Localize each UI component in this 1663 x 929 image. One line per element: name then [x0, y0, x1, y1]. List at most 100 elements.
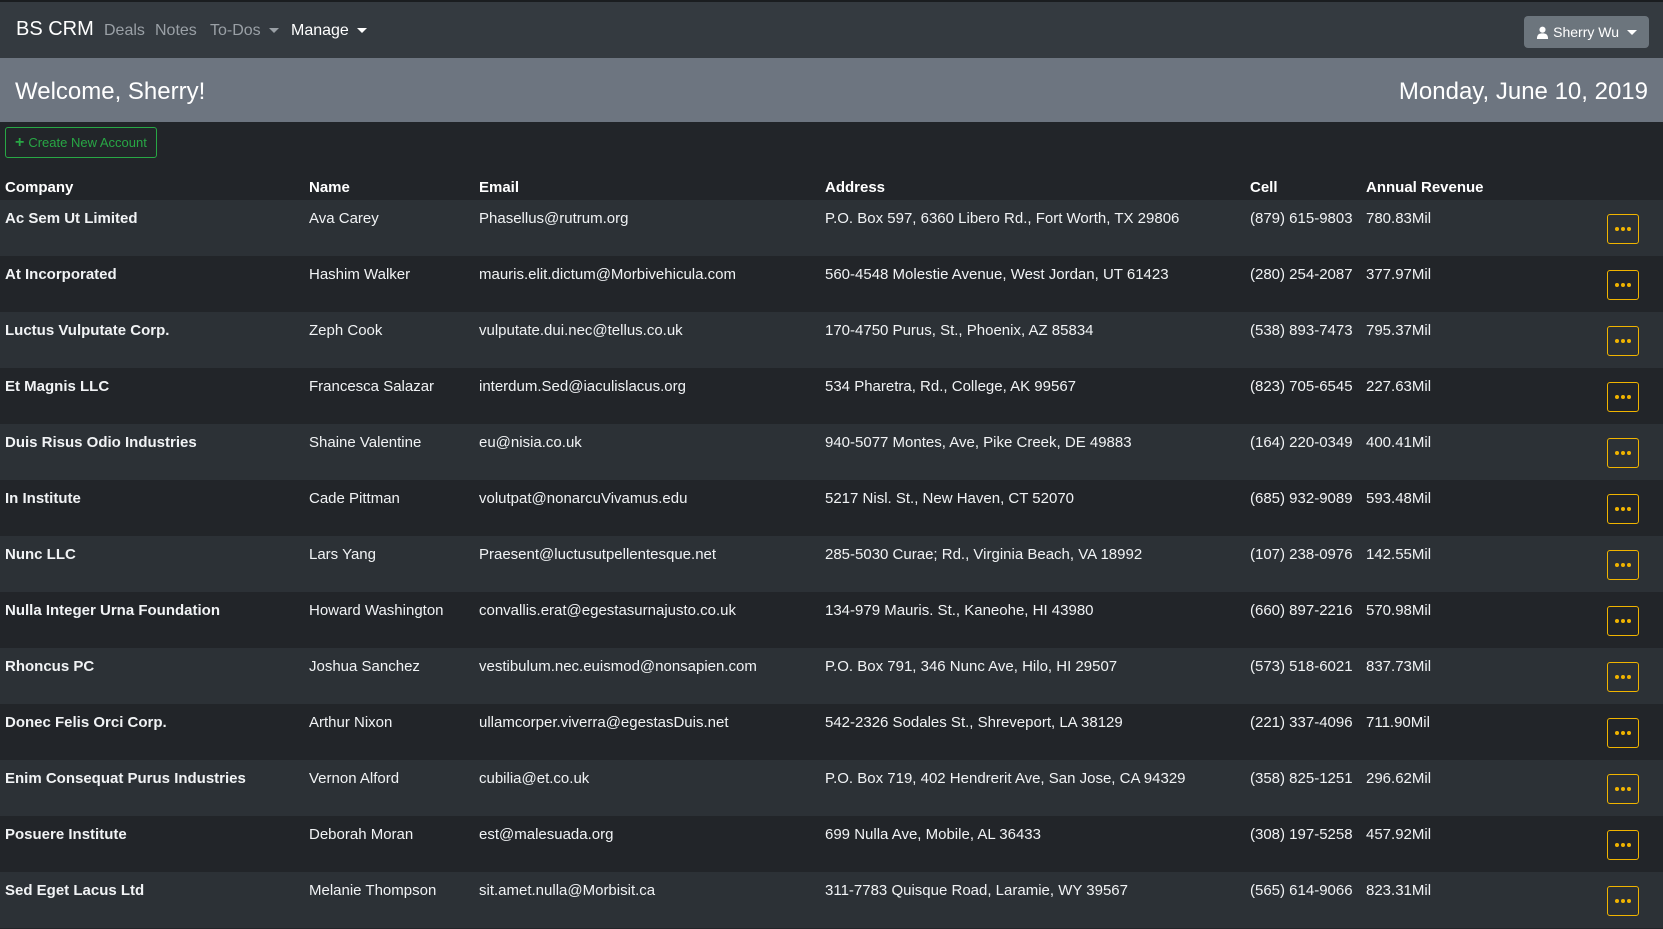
email-link[interactable]: convallis.erat@egestasurnajusto.co.uk	[474, 592, 820, 648]
nav-link-notes[interactable]: Notes	[155, 22, 197, 40]
email-link[interactable]: ullamcorper.viverra@egestasDuis.net	[474, 704, 820, 760]
row-actions-cell	[1501, 368, 1663, 424]
row-more-button[interactable]	[1607, 438, 1639, 468]
table-row[interactable]: In Institute Cade Pittman volutpat@nonarcu…	[0, 480, 1663, 536]
row-actions-cell	[1501, 760, 1663, 816]
table-row[interactable]: Enim Consequat Purus Industries Vernon Al…	[0, 760, 1663, 816]
email-link[interactable]: cubilia@et.co.uk	[474, 760, 820, 816]
chevron-down-icon	[268, 28, 279, 34]
email-link[interactable]: Praesent@luctusutpellentesque.net	[474, 536, 820, 592]
email-link[interactable]: vestibulum.nec.euismod@nonsapien.com	[474, 648, 820, 704]
address-cell: 940-5077 Montes, Ave, Pike Creek, DE 498…	[825, 434, 1132, 451]
row-more-button[interactable]	[1607, 886, 1639, 916]
ellipsis-icon	[1614, 283, 1632, 287]
email-link[interactable]: eu@nisia.co.uk	[474, 424, 820, 480]
nav-link-deals[interactable]: Deals	[104, 22, 145, 40]
company-cell: Duis Risus Odio Industries	[5, 434, 197, 451]
annual-revenue-cell: 457.92Mil	[1366, 826, 1432, 843]
annual-revenue-cell: 795.37Mil	[1366, 322, 1432, 339]
column-header-company[interactable]: Company	[0, 163, 304, 200]
annual-revenue-cell: 570.98Mil	[1366, 602, 1432, 619]
address-cell: 542-2326 Sodales St., Shreveport, LA 381…	[825, 714, 1123, 731]
row-more-button[interactable]	[1607, 494, 1639, 524]
table-row[interactable]: Ac Sem Ut Limited Ava Carey Phasellus@rutr…	[0, 200, 1663, 256]
table-row[interactable]: Sed Eget Lacus Ltd Melanie Thompson sit.am…	[0, 872, 1663, 928]
row-more-button[interactable]	[1607, 718, 1639, 748]
address-cell: 5217 Nisl. St., New Haven, CT 52070	[825, 490, 1075, 507]
column-header-revenue[interactable]: Annual Revenue	[1361, 163, 1501, 200]
cell-phone-cell: (660) 897-2216	[1250, 602, 1353, 619]
email-link[interactable]: vulputate.dui.nec@tellus.co.uk	[474, 312, 820, 368]
table-row[interactable]: Rhoncus PC Joshua Sanchez vestibulum.nec.e…	[0, 648, 1663, 704]
nav-dropdown-todos[interactable]: To-Dos	[210, 22, 279, 40]
column-header-address[interactable]: Address	[820, 163, 1245, 200]
row-more-button[interactable]	[1607, 774, 1639, 804]
table-row[interactable]: At Incorporated Hashim Walker mauris.elit.…	[0, 256, 1663, 312]
row-actions-cell	[1501, 648, 1663, 704]
ellipsis-icon	[1614, 843, 1632, 847]
table-row[interactable]: Nunc LLC Lars Yang Praesent@luctusutpellen…	[0, 536, 1663, 592]
company-cell: Nunc LLC	[5, 546, 76, 563]
contact-name-cell: Ava Carey	[309, 210, 379, 227]
table-row[interactable]: Nulla Integer Urna Foundation Howard Wash…	[0, 592, 1663, 648]
email-link[interactable]: Phasellus@rutrum.org	[474, 200, 820, 256]
ellipsis-icon	[1614, 675, 1632, 679]
cell-phone-cell: (107) 238-0976	[1250, 546, 1353, 563]
email-link[interactable]: mauris.elit.dictum@Morbivehicula.com	[474, 256, 820, 312]
ellipsis-icon	[1614, 395, 1632, 399]
row-more-button[interactable]	[1607, 326, 1639, 356]
nav-dropdown-manage-label: Manage	[291, 22, 349, 39]
email-link[interactable]: interdum.Sed@iaculislacus.org	[474, 368, 820, 424]
company-cell: Posuere Institute	[5, 826, 127, 843]
plus-icon: +	[15, 134, 25, 151]
column-header-name[interactable]: Name	[304, 163, 474, 200]
address-cell: 534 Pharetra, Rd., College, AK 99567	[825, 378, 1077, 395]
ellipsis-icon	[1614, 339, 1632, 343]
email-link[interactable]: sit.amet.nulla@Morbisit.ca	[474, 872, 820, 928]
ellipsis-icon	[1614, 619, 1632, 623]
row-actions-cell	[1501, 816, 1663, 872]
table-row[interactable]: Luctus Vulputate Corp. Zeph Cook vulputate…	[0, 312, 1663, 368]
cell-phone-cell: (358) 825-1251	[1250, 770, 1353, 787]
row-more-button[interactable]	[1607, 550, 1639, 580]
company-cell: Sed Eget Lacus Ltd	[5, 882, 145, 899]
row-more-button[interactable]	[1607, 662, 1639, 692]
company-cell: Enim Consequat Purus Industries	[5, 770, 246, 787]
cell-phone-cell: (685) 932-9089	[1250, 490, 1353, 507]
column-header-cell[interactable]: Cell	[1245, 163, 1361, 200]
address-cell: 170-4750 Purus, St., Phoenix, AZ 85834	[825, 322, 1094, 339]
create-account-button[interactable]: + Create New Account	[5, 127, 157, 158]
nav-dropdown-manage[interactable]: Manage	[291, 22, 367, 40]
row-more-button[interactable]	[1607, 606, 1639, 636]
row-more-button[interactable]	[1607, 830, 1639, 860]
brand-logo[interactable]: BS CRM	[16, 18, 94, 41]
address-cell: 134-979 Mauris. St., Kaneohe, HI 43980	[825, 602, 1094, 619]
user-name: Sherry Wu	[1553, 24, 1619, 40]
address-cell: 311-7783 Quisque Road, Laramie, WY 39567	[825, 882, 1128, 899]
chevron-down-icon	[356, 28, 367, 34]
cell-phone-cell: (573) 518-6021	[1250, 658, 1353, 675]
row-actions-cell	[1501, 480, 1663, 536]
cell-phone-cell: (164) 220-0349	[1250, 434, 1353, 451]
row-more-button[interactable]	[1607, 382, 1639, 412]
user-menu-button[interactable]: Sherry Wu	[1524, 16, 1649, 48]
email-link[interactable]: est@malesuada.org	[474, 816, 820, 872]
company-cell: Donec Felis Orci Corp.	[5, 714, 167, 731]
address-cell: P.O. Box 791, 346 Nunc Ave, Hilo, HI 295…	[825, 658, 1118, 675]
current-date: Monday, June 10, 2019	[1398, 78, 1648, 105]
table-row[interactable]: Donec Felis Orci Corp. Arthur Nixon ullamc…	[0, 704, 1663, 760]
row-more-button[interactable]	[1607, 270, 1639, 300]
annual-revenue-cell: 711.90Mil	[1366, 714, 1430, 731]
contact-name-cell: Lars Yang	[309, 546, 376, 563]
address-cell: P.O. Box 597, 6360 Libero Rd., Fort Wort…	[825, 210, 1180, 227]
email-link[interactable]: volutpat@nonarcuVivamus.edu	[474, 480, 820, 536]
table-row[interactable]: Et Magnis LLC Francesca Salazar interdum.S…	[0, 368, 1663, 424]
table-row[interactable]: Posuere Institute Deborah Moran est@malesu…	[0, 816, 1663, 872]
company-cell: Ac Sem Ut Limited	[5, 210, 138, 227]
company-cell: At Incorporated	[5, 266, 117, 283]
column-header-email[interactable]: Email	[474, 163, 820, 200]
row-more-button[interactable]	[1607, 214, 1639, 244]
contact-name-cell: Vernon Alford	[309, 770, 400, 787]
table-row[interactable]: Duis Risus Odio Industries Shaine Valenti…	[0, 424, 1663, 480]
accounts-table: Company Name Email Address Cell Annual R…	[0, 163, 1663, 928]
